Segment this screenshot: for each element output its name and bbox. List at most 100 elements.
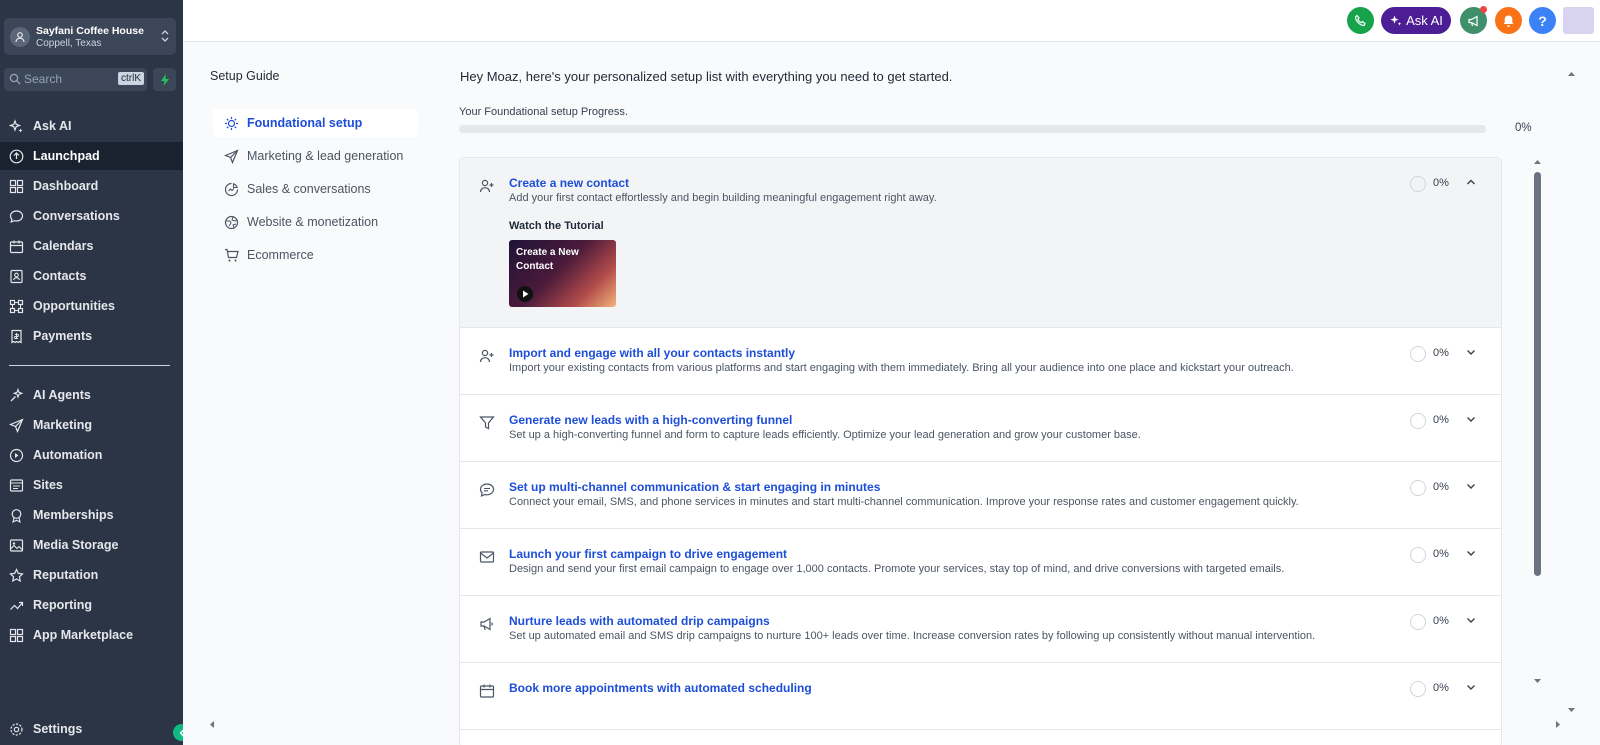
send-icon (9, 417, 24, 433)
sidebar-item-label: AI Agents (33, 388, 91, 402)
task-description: Design and send your first email campaig… (509, 563, 1285, 575)
task-progress-ring (1410, 176, 1426, 192)
account-switcher[interactable]: Sayfani Coffee House Coppell, Texas (4, 18, 176, 55)
chevron-up-icon[interactable] (1465, 176, 1477, 188)
sidebar-item-label: Dashboard (33, 179, 99, 193)
task-percent: 0% (1433, 548, 1449, 560)
task-title[interactable]: Import and engage with all your contacts… (509, 346, 795, 360)
sidebar-item-label: Settings (33, 722, 83, 736)
task-description: Connect your email, SMS, and phone servi… (509, 496, 1299, 508)
sidebar-item-app-marketplace[interactable]: App Marketplace (0, 621, 183, 649)
apps-icon (9, 628, 24, 642)
sidebar-item-dashboard[interactable]: Dashboard (0, 172, 183, 200)
scroll-up-arrow-icon[interactable] (1533, 158, 1542, 166)
membership-icon (11, 508, 22, 523)
scroll-down-arrow-icon[interactable] (1533, 677, 1542, 685)
sidebar-item-reputation[interactable]: Reputation (0, 561, 183, 589)
calendar-icon (479, 684, 495, 698)
megaphone-icon (480, 617, 493, 631)
task-import-contacts[interactable]: Import and engage with all your contacts… (460, 328, 1501, 395)
category-marketing-lead-generation[interactable]: Marketing & lead generation (213, 142, 418, 170)
sidebar-item-label: Calendars (33, 239, 94, 253)
chevron-down-icon[interactable] (1465, 681, 1477, 693)
task-progress-ring (1410, 413, 1426, 429)
task-list-scrollbar[interactable] (1532, 158, 1543, 686)
help-button[interactable]: ? (1529, 7, 1556, 34)
sidebar-item-ai-agents[interactable]: AI Agents (0, 381, 183, 409)
task-title[interactable]: Book more appointments with automated sc… (509, 681, 812, 695)
gear-icon (10, 722, 23, 736)
sidebar-item-opportunities[interactable]: Opportunities (0, 292, 183, 320)
category-foundational-setup[interactable]: Foundational setup (213, 109, 418, 137)
category-ecommerce[interactable]: Ecommerce (213, 241, 418, 269)
category-website-monetization[interactable]: Website & monetization (213, 208, 418, 236)
task-generate-leads[interactable]: Generate new leads with a high-convertin… (460, 395, 1501, 462)
sidebar-item-label: Marketing (33, 418, 93, 432)
chevron-down-icon[interactable] (1465, 480, 1477, 492)
sidebar-item-payments[interactable]: Payments (0, 322, 183, 350)
sidebar-item-label: Launchpad (33, 149, 100, 163)
unread-dot (1480, 6, 1487, 13)
sidebar-item-settings[interactable]: Settings (0, 715, 183, 743)
quick-action-button[interactable] (153, 68, 176, 91)
sidebar-item-contacts[interactable]: Contacts (0, 262, 183, 290)
task-title[interactable]: Create a new contact (509, 176, 629, 190)
sidebar-item-label: Automation (33, 448, 103, 462)
calendar-icon (9, 240, 24, 253)
sidebar-item-launchpad[interactable]: Launchpad (0, 142, 183, 170)
sidebar-item-ask-ai[interactable]: Ask AI (0, 112, 183, 140)
chevron-down-icon[interactable] (1465, 413, 1477, 425)
ask-ai-button[interactable]: Ask AI (1381, 7, 1451, 34)
receipt-icon (11, 329, 22, 344)
account-location: Coppell, Texas (36, 38, 102, 49)
scroll-left-arrow-icon[interactable] (208, 720, 216, 729)
sidebar-item-label: Opportunities (33, 299, 115, 313)
scroll-right-arrow-icon[interactable] (1554, 720, 1562, 729)
category-label: Foundational setup (247, 116, 363, 130)
task-title[interactable]: Generate new leads with a high-convertin… (509, 413, 792, 427)
sidebar: Sayfani Coffee House Coppell, Texas Sear… (0, 0, 190, 745)
scrollbar-thumb[interactable] (1534, 172, 1541, 576)
task-percent: 0% (1433, 481, 1449, 493)
page-scroll-up-arrow-icon[interactable] (1567, 70, 1576, 78)
nodes-icon (9, 299, 24, 313)
search-input[interactable]: Search ctrlK (4, 68, 147, 91)
user-avatar[interactable] (1563, 7, 1594, 34)
chevron-down-icon[interactable] (1465, 346, 1477, 358)
sidebar-item-label: Payments (33, 329, 93, 343)
chevron-down-icon[interactable] (1465, 547, 1477, 559)
sun-icon (225, 116, 238, 130)
task-title[interactable]: Launch your first campaign to drive enga… (509, 547, 787, 561)
sidebar-divider (9, 365, 170, 366)
phone-icon (1354, 14, 1366, 27)
task-multichannel[interactable]: Set up multi-channel communication & sta… (460, 462, 1501, 529)
sidebar-item-media-storage[interactable]: Media Storage (0, 531, 183, 559)
sidebar-item-conversations[interactable]: Conversations (0, 202, 183, 230)
task-book-appointments[interactable]: Book more appointments with automated sc… (460, 663, 1501, 730)
bell-icon (1503, 15, 1514, 27)
task-progress-ring (1410, 614, 1426, 630)
sidebar-item-sites[interactable]: Sites (0, 471, 183, 499)
sidebar-item-marketing[interactable]: Marketing (0, 411, 183, 439)
task-description: Set up automated email and SMS drip camp… (509, 630, 1316, 642)
greeting-text: Hey Moaz, here's your personalized setup… (460, 69, 953, 84)
play-icon[interactable] (517, 286, 533, 302)
chevron-down-icon[interactable] (1465, 614, 1477, 626)
category-sales-conversations[interactable]: Sales & conversations (213, 175, 418, 203)
sidebar-item-calendars[interactable]: Calendars (0, 232, 183, 260)
megaphone-icon (1467, 14, 1478, 27)
task-launch-campaign[interactable]: Launch your first campaign to drive enga… (460, 529, 1501, 596)
task-create-contact[interactable]: Create a new contact Add your first cont… (460, 158, 1501, 328)
page-scroll-down-arrow-icon[interactable] (1567, 706, 1576, 714)
phone-button[interactable] (1347, 7, 1374, 34)
account-name: Sayfani Coffee House (36, 25, 144, 37)
sidebar-item-label: Reputation (33, 568, 99, 582)
sidebar-item-memberships[interactable]: Memberships (0, 501, 183, 529)
sidebar-item-reporting[interactable]: Reporting (0, 591, 183, 619)
task-title[interactable]: Nurture leads with automated drip campai… (509, 614, 770, 628)
tutorial-video-thumbnail[interactable]: Create a New Contact (509, 240, 616, 307)
task-title[interactable]: Set up multi-channel communication & sta… (509, 480, 880, 494)
notifications-button[interactable] (1495, 7, 1522, 34)
task-nurture-leads[interactable]: Nurture leads with automated drip campai… (460, 596, 1501, 663)
sidebar-item-automation[interactable]: Automation (0, 441, 183, 469)
